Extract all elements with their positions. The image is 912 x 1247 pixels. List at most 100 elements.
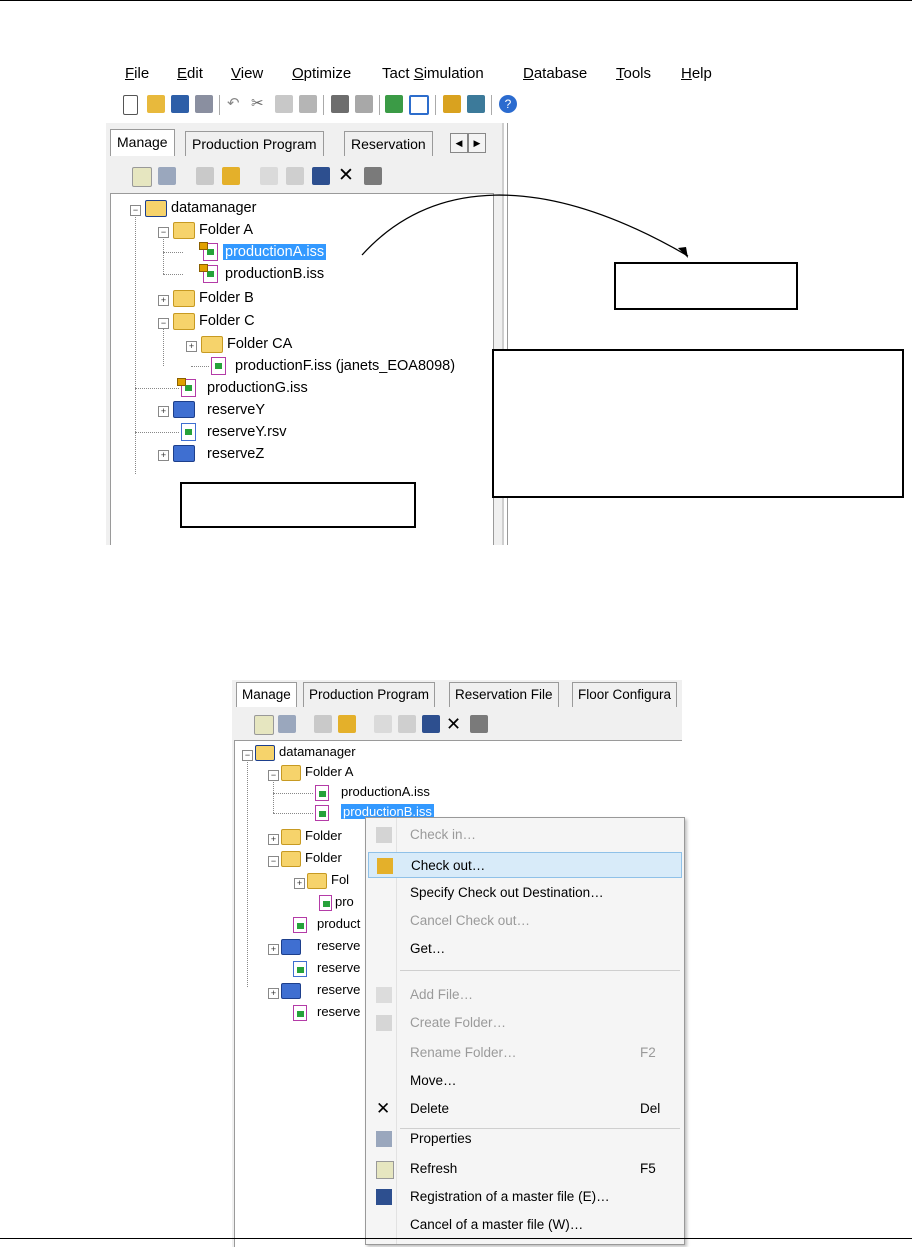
menu-item-rename-folder[interactable]: Rename Folder… F2: [368, 1040, 682, 1066]
menu-view[interactable]: View: [231, 65, 263, 82]
check-in-icon[interactable]: [314, 715, 332, 733]
menu-item-get[interactable]: Get…: [368, 936, 682, 962]
expand-icon[interactable]: +: [294, 878, 305, 889]
properties-icon[interactable]: [278, 715, 296, 733]
menu-item-move[interactable]: Move…: [368, 1068, 682, 1094]
delete-icon[interactable]: ✕: [338, 166, 356, 185]
check-out-icon[interactable]: [338, 715, 356, 733]
register-master-icon[interactable]: [312, 167, 330, 185]
tree-reserve-y[interactable]: reserveY: [207, 400, 265, 420]
tree-reserve[interactable]: reserve: [317, 1003, 360, 1021]
menu-item-add-file[interactable]: Add File…: [368, 982, 682, 1008]
add-file-icon[interactable]: [260, 167, 278, 185]
check-in-icon[interactable]: [196, 167, 214, 185]
menu-item-cancel-master[interactable]: Cancel of a master file (W)…: [368, 1212, 682, 1238]
tree-reserve[interactable]: reserve: [317, 981, 360, 999]
menu-help[interactable]: Help: [681, 65, 712, 82]
collapse-icon[interactable]: −: [158, 227, 169, 238]
tab-floor-configuration[interactable]: Floor Configura: [572, 682, 678, 707]
refresh-icon[interactable]: [132, 167, 152, 187]
check-out-icon[interactable]: [222, 167, 240, 185]
tree-file-production-b[interactable]: productionB.iss: [225, 264, 324, 284]
tab-reservation[interactable]: Reservation: [344, 131, 433, 156]
tab-production-program[interactable]: Production Program: [185, 131, 324, 156]
menu-database[interactable]: Database: [523, 65, 587, 82]
menu-edit[interactable]: Edit: [177, 65, 203, 82]
open-icon[interactable]: [147, 95, 165, 113]
expand-icon[interactable]: +: [268, 834, 279, 845]
tree-root[interactable]: datamanager: [279, 743, 356, 761]
find-next-icon[interactable]: [355, 95, 373, 113]
menu-item-check-in[interactable]: Check in…: [368, 822, 682, 848]
menu-item-create-folder[interactable]: Create Folder…: [368, 1010, 682, 1036]
expand-icon[interactable]: +: [158, 450, 169, 461]
option-icon[interactable]: [470, 715, 488, 733]
menu-tools[interactable]: Tools: [616, 65, 651, 82]
menu-optimize[interactable]: Optimize: [292, 65, 351, 82]
menu-item-delete[interactable]: ✕ Delete Del: [368, 1096, 682, 1122]
copy-icon[interactable]: [275, 95, 293, 113]
tree-folder-a[interactable]: Folder A: [305, 763, 353, 781]
tree-reserve[interactable]: reserve: [317, 937, 360, 955]
properties-icon[interactable]: [158, 167, 176, 185]
compare-icon[interactable]: [467, 95, 485, 113]
import-icon[interactable]: [385, 95, 403, 113]
collapse-icon[interactable]: −: [130, 205, 141, 216]
tree-file-production-a[interactable]: productionA.iss: [341, 783, 430, 801]
tree-reserve-z[interactable]: reserveZ: [207, 444, 264, 464]
collapse-icon[interactable]: −: [268, 770, 279, 781]
create-folder-icon[interactable]: [286, 167, 304, 185]
tree-reserve[interactable]: reserve: [317, 959, 360, 977]
menu-item-register-master[interactable]: Registration of a master file (E)…: [368, 1184, 682, 1210]
new-icon[interactable]: [123, 95, 138, 115]
expand-icon[interactable]: +: [268, 988, 279, 999]
tree-reserve-y-rsv[interactable]: reserveY.rsv: [207, 422, 287, 442]
paste-icon[interactable]: [299, 95, 317, 113]
tab-production-program[interactable]: Production Program: [303, 682, 436, 707]
menu-tact-simulation[interactable]: Tact Simulation: [382, 65, 484, 82]
tab-scroll-left-icon[interactable]: ◀: [450, 133, 468, 153]
expand-icon[interactable]: +: [158, 295, 169, 306]
menu-item-properties[interactable]: Properties: [368, 1126, 682, 1152]
tree-file[interactable]: pro: [335, 893, 354, 911]
tree-file-production-f[interactable]: productionF.iss (janets_EOA8098): [235, 356, 455, 376]
delete-icon[interactable]: ✕: [446, 715, 464, 733]
expand-icon[interactable]: +: [186, 341, 197, 352]
expand-icon[interactable]: +: [268, 944, 279, 955]
tree-folder[interactable]: Folder: [305, 827, 342, 845]
tree-file-production-g[interactable]: productionG.iss: [207, 378, 308, 398]
tab-scroll-right-icon[interactable]: ▶: [468, 133, 486, 153]
menu-item-check-out[interactable]: Check out…: [368, 852, 682, 878]
find-icon[interactable]: [331, 95, 349, 113]
help-icon[interactable]: ?: [499, 95, 517, 113]
create-folder-icon[interactable]: [398, 715, 416, 733]
tree-root[interactable]: datamanager: [171, 198, 256, 218]
tree-folder-c[interactable]: Folder C: [199, 311, 255, 331]
menu-item-refresh[interactable]: Refresh F5: [368, 1156, 682, 1182]
tab-manage[interactable]: Manage: [110, 129, 175, 156]
menu-item-cancel-check-out[interactable]: Cancel Check out…: [368, 908, 682, 934]
tree-file-production-a[interactable]: productionA.iss: [223, 242, 327, 262]
tree-folder-sub[interactable]: Fol: [331, 871, 349, 889]
collapse-icon[interactable]: −: [242, 750, 253, 761]
tree-file[interactable]: product: [317, 915, 360, 933]
menu-item-specify-destination[interactable]: Specify Check out Destination…: [368, 880, 682, 906]
tab-manage[interactable]: Manage: [236, 682, 297, 707]
option-icon[interactable]: [364, 167, 382, 185]
refresh-icon[interactable]: [254, 715, 274, 735]
cut-icon[interactable]: ✂: [251, 95, 269, 113]
menu-file[interactable]: File: [125, 65, 149, 82]
collapse-icon[interactable]: −: [268, 856, 279, 867]
sync-icon[interactable]: [443, 95, 461, 113]
tab-reservation-file[interactable]: Reservation File: [449, 682, 559, 707]
print-icon[interactable]: [195, 95, 213, 113]
collapse-icon[interactable]: −: [158, 318, 169, 329]
export-icon[interactable]: [409, 95, 429, 115]
undo-icon[interactable]: ↶: [227, 95, 245, 113]
add-file-icon[interactable]: [374, 715, 392, 733]
tree-folder-a[interactable]: Folder A: [199, 220, 253, 240]
tree-folder-b[interactable]: Folder B: [199, 288, 254, 308]
tree-folder-ca[interactable]: Folder CA: [227, 334, 292, 354]
save-icon[interactable]: [171, 95, 189, 113]
tree-folder[interactable]: Folder: [305, 849, 342, 867]
